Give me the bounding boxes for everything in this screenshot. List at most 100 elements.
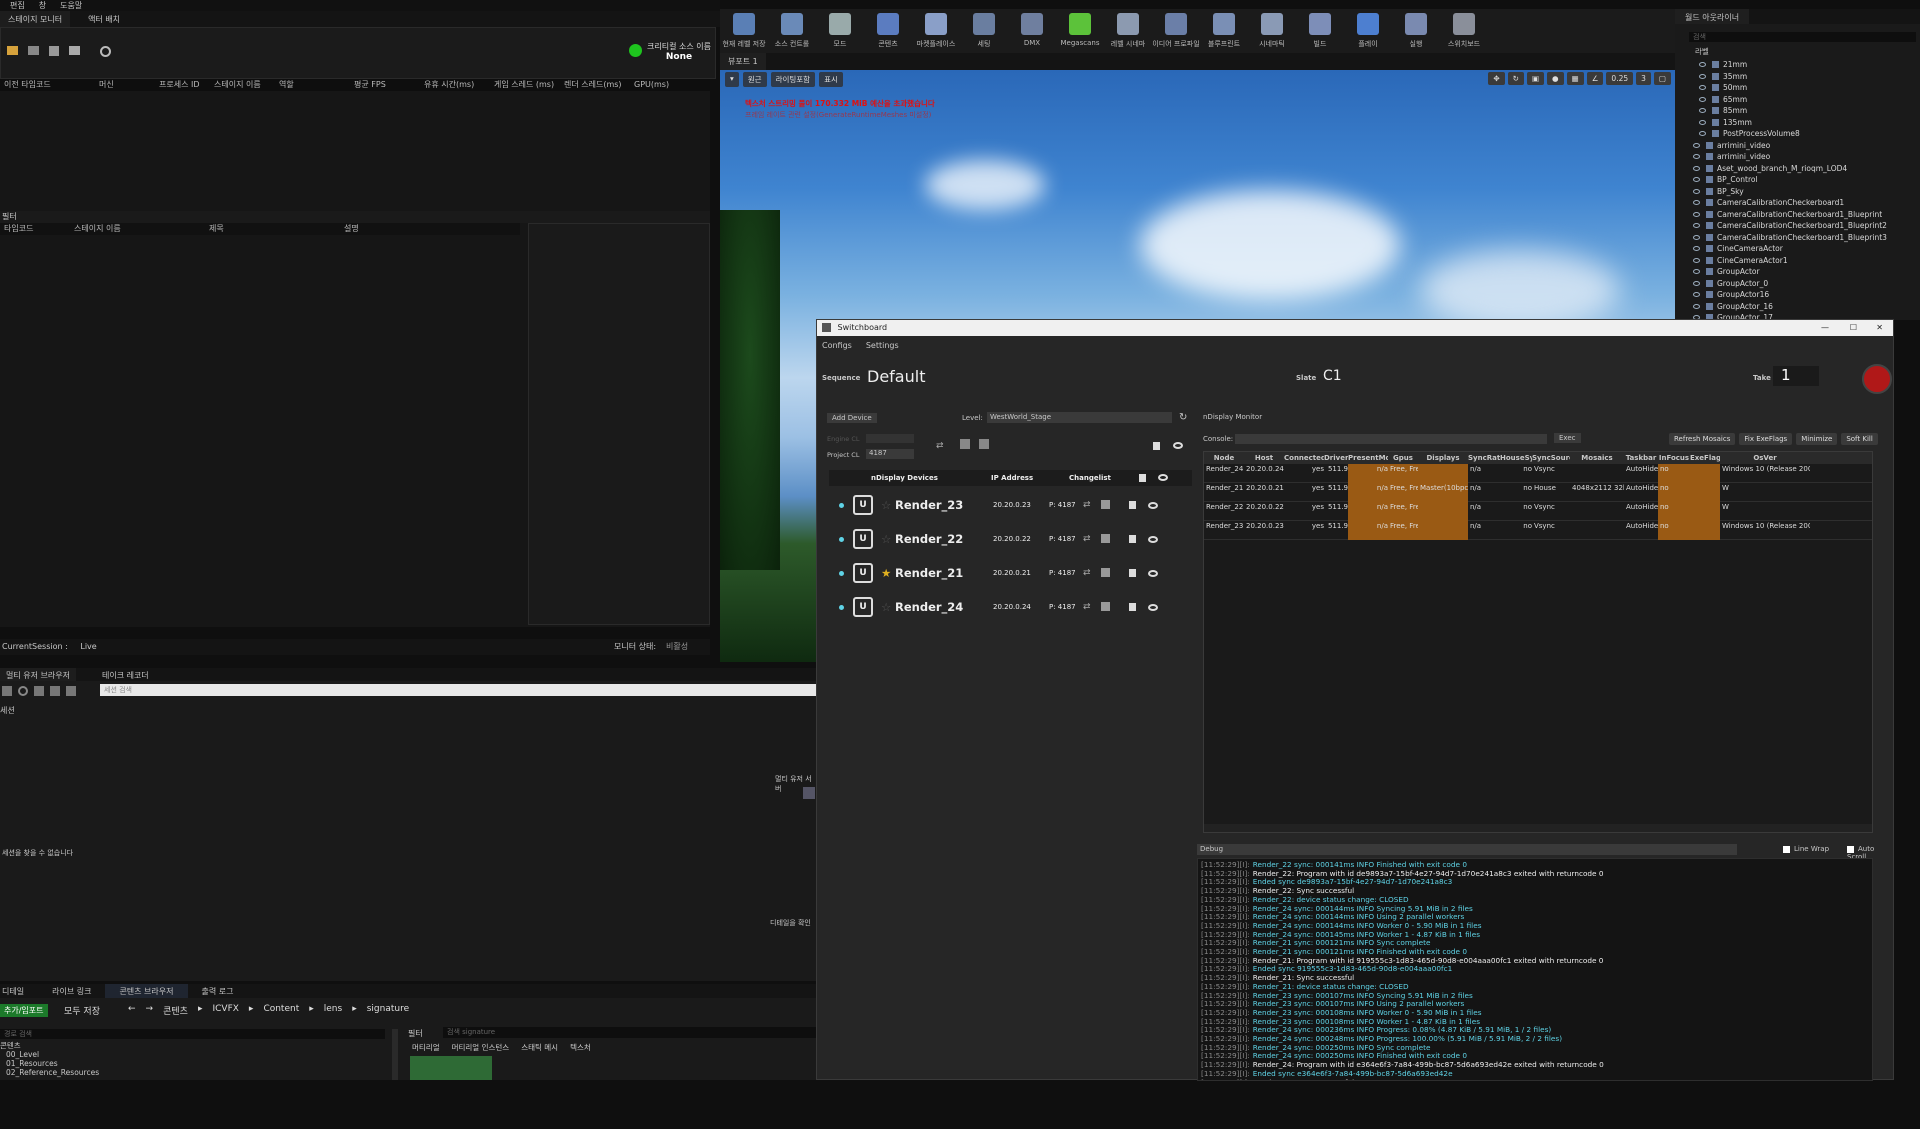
outliner-label-column[interactable]: 라벨 (1695, 46, 1920, 57)
switchboard-button[interactable]: 스위치보드 (1440, 9, 1488, 59)
col-ev-stage[interactable]: 스테이지 이름 (70, 223, 205, 235)
show-button[interactable]: 표시 (819, 72, 843, 87)
outliner-item[interactable]: CameraCalibrationCheckerboard1_Blueprint… (1675, 232, 1920, 244)
eye-icon[interactable] (1693, 154, 1700, 160)
breadcrumb-signature[interactable]: signature (367, 1004, 409, 1017)
tab-output-log[interactable]: 출력 로그 (188, 984, 248, 998)
monitor-row[interactable]: Render_2420.20.0.24yes511.9n/aFree, Free… (1204, 463, 1872, 483)
outliner-item[interactable]: CameraCalibrationCheckerboard1_Blueprint… (1675, 220, 1920, 232)
tab-take-recorder[interactable]: 테이크 레코더 (76, 668, 155, 681)
sync-build-icon[interactable] (979, 439, 989, 449)
monitor-col-presentmode[interactable]: PresentMode (1348, 454, 1388, 462)
star-icon[interactable]: ☆ (881, 532, 895, 546)
forward-icon[interactable]: → (146, 1004, 154, 1017)
scale-snap-icon[interactable]: 0.25 (1606, 72, 1634, 85)
scale-icon[interactable]: ▣ (1526, 72, 1545, 85)
chip-texture[interactable]: 텍스처 (570, 1042, 591, 1053)
tree-splitter[interactable] (392, 1029, 398, 1080)
col-machine[interactable]: 머신 (95, 79, 155, 91)
marketplace-button[interactable]: 마켓플레이스 (912, 9, 960, 59)
slate-value[interactable]: C1 (1323, 368, 1342, 384)
monitor-col-taskbar[interactable]: Taskbar (1624, 454, 1658, 462)
console-input[interactable] (1235, 434, 1547, 444)
monitor-col-gpus[interactable]: Gpus (1388, 454, 1418, 462)
launch-button[interactable]: 실행 (1392, 9, 1440, 59)
eye-icon[interactable] (1693, 200, 1700, 206)
outliner-item[interactable]: GroupActor16 (1675, 289, 1920, 301)
move-icon[interactable]: ✥ (1488, 72, 1505, 85)
tree-root[interactable]: 콘텐츠 (0, 1041, 395, 1050)
open-icon[interactable] (28, 46, 39, 55)
ndisplay-monitor-tab[interactable]: nDisplay Monitor (1203, 413, 1262, 421)
device-row[interactable]: U ☆ Render_24 20.20.0.24 P: 4187 ⇄ (829, 590, 1192, 624)
outliner-item[interactable]: CameraCalibrationCheckerboard1 (1675, 197, 1920, 209)
monitor-col-infocus[interactable]: InFocus (1658, 454, 1690, 462)
outliner-item[interactable]: 135mm (1675, 117, 1920, 129)
tree-item[interactable]: 02_Reference_Resources (0, 1068, 395, 1077)
sync-arrows-icon[interactable]: ⇄ (936, 441, 944, 451)
refresh-level-icon[interactable]: ↻ (1179, 412, 1187, 423)
tab-live-link[interactable]: 라이브 링크 (38, 984, 105, 998)
monitor-col-node[interactable]: Node (1204, 454, 1244, 462)
chip-material[interactable]: 머티리얼 (412, 1042, 440, 1053)
angle-snap-icon[interactable]: ∠ (1586, 72, 1604, 85)
join-icon[interactable] (34, 686, 44, 696)
menu-edit[interactable]: 편집 (10, 0, 25, 11)
col-stage-name[interactable]: 스테이지 이름 (210, 79, 275, 91)
breadcrumb-content2[interactable]: Content (263, 1004, 299, 1017)
eye-icon[interactable] (1693, 223, 1700, 229)
visibility-icon[interactable] (1148, 535, 1158, 543)
visibility-icon[interactable] (1148, 603, 1158, 611)
eye-icon[interactable] (1693, 177, 1700, 183)
delete-icon[interactable] (66, 686, 76, 696)
rotate-icon[interactable]: ↻ (1507, 72, 1524, 85)
connect-all-icon[interactable] (1153, 442, 1160, 450)
outliner-item[interactable]: 35mm (1675, 71, 1920, 83)
col-game-thread[interactable]: 게임 스레드 (ms) (490, 79, 560, 91)
archive-icon[interactable] (50, 686, 60, 696)
menu-settings[interactable]: Settings (866, 341, 899, 350)
monitor-row[interactable]: Render_2320.20.0.23yes511.9n/aFree, Free… (1204, 520, 1872, 540)
blueprints-button[interactable]: 블루프린트 (1200, 9, 1248, 59)
eye-icon[interactable] (1693, 269, 1700, 275)
add-import-button[interactable]: 추가/임포트 (0, 1004, 48, 1017)
chip-static-mesh[interactable]: 스태틱 메시 (521, 1042, 558, 1053)
eye-icon[interactable] (1693, 303, 1700, 309)
horizontal-scrollbar[interactable] (1204, 824, 1872, 832)
outliner-search-input[interactable]: 검색 (1689, 32, 1916, 42)
monitor-col-connected[interactable]: Connected (1284, 454, 1324, 462)
eye-icon[interactable] (1699, 131, 1706, 137)
menu-window[interactable]: 창 (39, 0, 46, 11)
megascans-button[interactable]: Megascans (1056, 9, 1104, 59)
soft-kill-button[interactable]: Soft Kill (1841, 433, 1878, 445)
sync-icon[interactable]: ⇄ (1083, 602, 1101, 612)
connect-icon[interactable] (1139, 474, 1146, 482)
col-idle[interactable]: 유휴 시간(ms) (420, 79, 490, 91)
outliner-item[interactable]: GroupActor_0 (1675, 278, 1920, 290)
outliner-item[interactable]: 85mm (1675, 105, 1920, 117)
sync-icon[interactable]: ⇄ (1083, 568, 1101, 578)
monitor-row[interactable]: Render_2120.20.0.21yes511.9n/aFree, Free… (1204, 482, 1872, 502)
save-all-button[interactable]: 모두 저장 (64, 1004, 100, 1017)
record-button[interactable] (1862, 364, 1892, 394)
modes-button[interactable]: 모드 (816, 9, 864, 59)
star-icon[interactable]: ★ (881, 566, 895, 580)
eye-icon[interactable] (1699, 73, 1706, 79)
connect-icon[interactable] (1129, 532, 1148, 546)
outliner-item[interactable]: arrimini_video (1675, 151, 1920, 163)
hamburger-icon[interactable]: ▾ (725, 72, 739, 87)
breadcrumb-lens[interactable]: lens (324, 1004, 342, 1017)
chip-material-instance[interactable]: 머티리얼 인스턴스 (452, 1042, 510, 1053)
clear-icon[interactable] (69, 46, 80, 55)
monitor-col-syncsource[interactable]: SyncSource (1532, 454, 1570, 462)
col-pid[interactable]: 프로세스 ID (155, 79, 210, 91)
outliner-item[interactable]: CameraCalibrationCheckerboard1_Blueprint (1675, 209, 1920, 221)
device-row[interactable]: U ☆ Render_22 20.20.0.22 P: 4187 ⇄ (829, 522, 1192, 556)
tree-item[interactable]: 00_Level (0, 1050, 395, 1059)
monitor-col-mosaics[interactable]: Mosaics (1570, 454, 1624, 462)
level-dropdown[interactable]: WestWorld_Stage (987, 412, 1172, 423)
build-icon[interactable] (960, 439, 970, 449)
col-ev-title[interactable]: 제목 (205, 223, 340, 235)
project-cl-dropdown[interactable]: 4187 (866, 449, 914, 459)
eye-icon[interactable] (1699, 62, 1706, 68)
